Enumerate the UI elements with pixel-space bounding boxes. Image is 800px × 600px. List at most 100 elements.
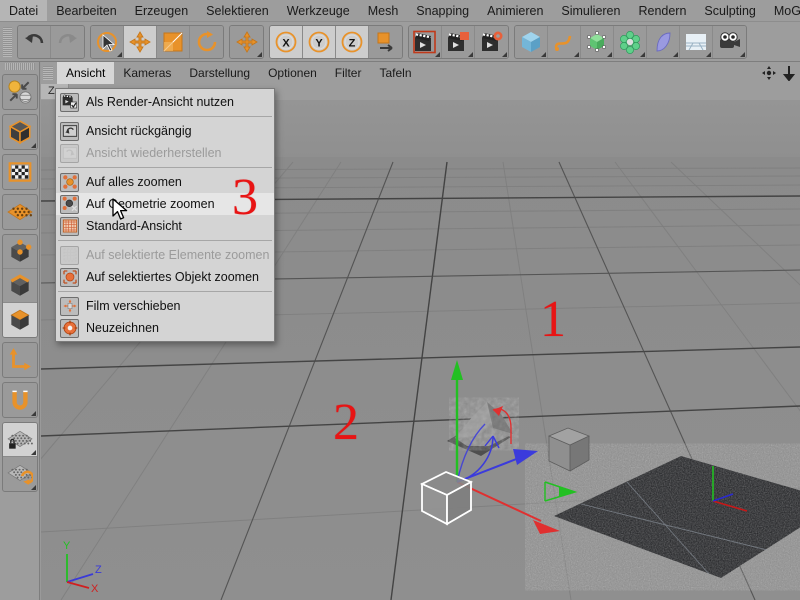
floor-environment-button[interactable] (680, 26, 713, 58)
sub-palette-corner-icon[interactable] (31, 143, 36, 148)
vp-menu-ansicht[interactable]: Ansicht (57, 62, 114, 84)
menu-snapping[interactable]: Snapping (407, 0, 478, 22)
sub-palette-corner-icon[interactable] (117, 52, 122, 57)
generator-button[interactable] (581, 26, 614, 58)
menu-selektieren[interactable]: Selektieren (197, 0, 278, 22)
axis-label-y: Y (63, 540, 71, 552)
menu-simulieren[interactable]: Simulieren (552, 0, 629, 22)
menu-item-zoom-selected-object[interactable]: Auf selektiertes Objekt zoomen (56, 266, 274, 288)
sub-palette-corner-icon[interactable] (502, 52, 507, 57)
menu-werkzeuge[interactable]: Werkzeuge (278, 0, 359, 22)
vp-menu-optionen[interactable]: Optionen (259, 62, 326, 84)
deformer-button[interactable] (647, 26, 680, 58)
sub-palette-corner-icon[interactable] (31, 485, 36, 490)
menu-item-default-view[interactable]: Standard-Ansicht (56, 215, 274, 237)
undo-button[interactable] (18, 26, 51, 58)
menu-mesh[interactable]: Mesh (359, 0, 408, 22)
axis-z-button[interactable]: Z (336, 26, 369, 58)
camera-button[interactable] (713, 26, 746, 58)
planar-workplane-button[interactable] (3, 457, 37, 491)
spline-pen-button[interactable] (548, 26, 581, 58)
rotate-button[interactable] (190, 26, 223, 58)
toolbar-drag-grip[interactable] (3, 27, 12, 57)
sub-palette-corner-icon[interactable] (541, 52, 546, 57)
pan-view-icon[interactable] (761, 65, 777, 81)
axis-x-icon: X (274, 30, 298, 54)
main-menu-bar: DateiBearbeitenErzeugenSelektierenWerkze… (0, 0, 800, 22)
sub-palette-corner-icon[interactable] (468, 52, 473, 57)
menu-bearbeiten[interactable]: Bearbeiten (47, 0, 125, 22)
object-mode-button[interactable] (3, 115, 37, 149)
menu-item-move-film[interactable]: Film verschieben (56, 295, 274, 317)
menu-sculpting[interactable]: Sculpting (695, 0, 764, 22)
axis-y-button[interactable]: Y (303, 26, 336, 58)
render-picture-viewer-button[interactable] (442, 26, 475, 58)
redo-button[interactable] (51, 26, 84, 58)
polygon-mode-button[interactable] (3, 303, 37, 337)
workplane-lock-icon (7, 427, 33, 453)
sub-palette-corner-icon[interactable] (31, 450, 36, 455)
point-mode-button[interactable] (3, 235, 37, 269)
magnet-snap-button[interactable] (3, 383, 37, 417)
ansicht-dropdown-menu[interactable]: Als Render-Ansicht nutzen Ansicht rückgän… (55, 88, 275, 342)
scale-button[interactable] (157, 26, 190, 58)
menu-item-zoom-geometry[interactable]: Auf Geometrie zoomen (56, 193, 274, 215)
generator-icon (585, 30, 609, 54)
axis-x-button[interactable]: X (270, 26, 303, 58)
vp-menu-kameras[interactable]: Kameras (114, 62, 180, 84)
viewport-drag-grip[interactable] (43, 66, 53, 80)
axis-group (2, 342, 38, 378)
render-view-icon (413, 30, 437, 54)
render-settings-button[interactable] (475, 26, 508, 58)
move-world-button[interactable] (230, 26, 263, 58)
menu-erzeugen[interactable]: Erzeugen (126, 0, 198, 22)
menu-item-view-redo: Ansicht wiederherstellen (56, 142, 274, 164)
move-button[interactable] (124, 26, 157, 58)
world-object-coords-button[interactable] (369, 26, 402, 58)
menu-item-zoom-all[interactable]: Auf alles zoomen (56, 171, 274, 193)
render-view-use-icon (60, 93, 79, 112)
edge-mode-button[interactable] (3, 269, 37, 303)
rotate-icon (195, 30, 219, 54)
live-selection-button[interactable] (91, 26, 124, 58)
svg-text:X: X (282, 37, 290, 49)
menu-datei[interactable]: Datei (0, 0, 47, 22)
menu-item-redraw[interactable]: Neuzeichnen (56, 317, 274, 339)
menu-item-render-view-use[interactable]: Als Render-Ansicht nutzen (56, 91, 274, 113)
enable-axis-button[interactable] (3, 343, 37, 377)
render-picture-viewer-icon (446, 30, 470, 54)
point-mode-icon (7, 239, 33, 265)
array-button[interactable] (614, 26, 647, 58)
menu-rendern[interactable]: Rendern (629, 0, 695, 22)
menu-item-view-undo[interactable]: Ansicht rückgängig (56, 120, 274, 142)
sub-palette-corner-icon[interactable] (435, 52, 440, 57)
dolly-view-icon[interactable] (782, 65, 796, 81)
vp-menu-tafeln[interactable]: Tafeln (370, 62, 420, 84)
workplane-button[interactable] (3, 195, 37, 229)
cube-primitive-button[interactable] (515, 26, 548, 58)
sub-palette-corner-icon[interactable] (31, 411, 36, 416)
sub-palette-corner-icon[interactable] (706, 52, 711, 57)
texture-axis-mode-button[interactable] (3, 155, 37, 189)
workplane-lock-button[interactable] (3, 423, 37, 457)
model-texture-mode-button[interactable] (3, 75, 37, 109)
magnet-snap-icon (7, 387, 33, 413)
menu-animieren[interactable]: Animieren (478, 0, 552, 22)
viewport-menu-bar: AnsichtKamerasDarstellungOptionenFilterT… (41, 62, 800, 84)
sub-palette-corner-icon[interactable] (257, 52, 262, 57)
menu-mograph[interactable]: MoGraph (765, 0, 800, 22)
sub-palette-corner-icon[interactable] (574, 52, 579, 57)
axis-y-icon: Y (307, 30, 331, 54)
sub-palette-corner-icon[interactable] (673, 52, 678, 57)
render-view-button[interactable] (409, 26, 442, 58)
sidebar-drag-grip[interactable] (5, 63, 35, 70)
sub-palette-corner-icon[interactable] (640, 52, 645, 57)
sub-palette-corner-icon[interactable] (607, 52, 612, 57)
menu-item-label: Auf selektiertes Objekt zoomen (86, 266, 259, 288)
primitives-group (514, 25, 747, 59)
menu-item-label: Film verschieben (86, 295, 180, 317)
move-film-icon (60, 297, 79, 316)
vp-menu-darstellung[interactable]: Darstellung (180, 62, 259, 84)
sub-palette-corner-icon[interactable] (740, 52, 745, 57)
vp-menu-filter[interactable]: Filter (326, 62, 371, 84)
